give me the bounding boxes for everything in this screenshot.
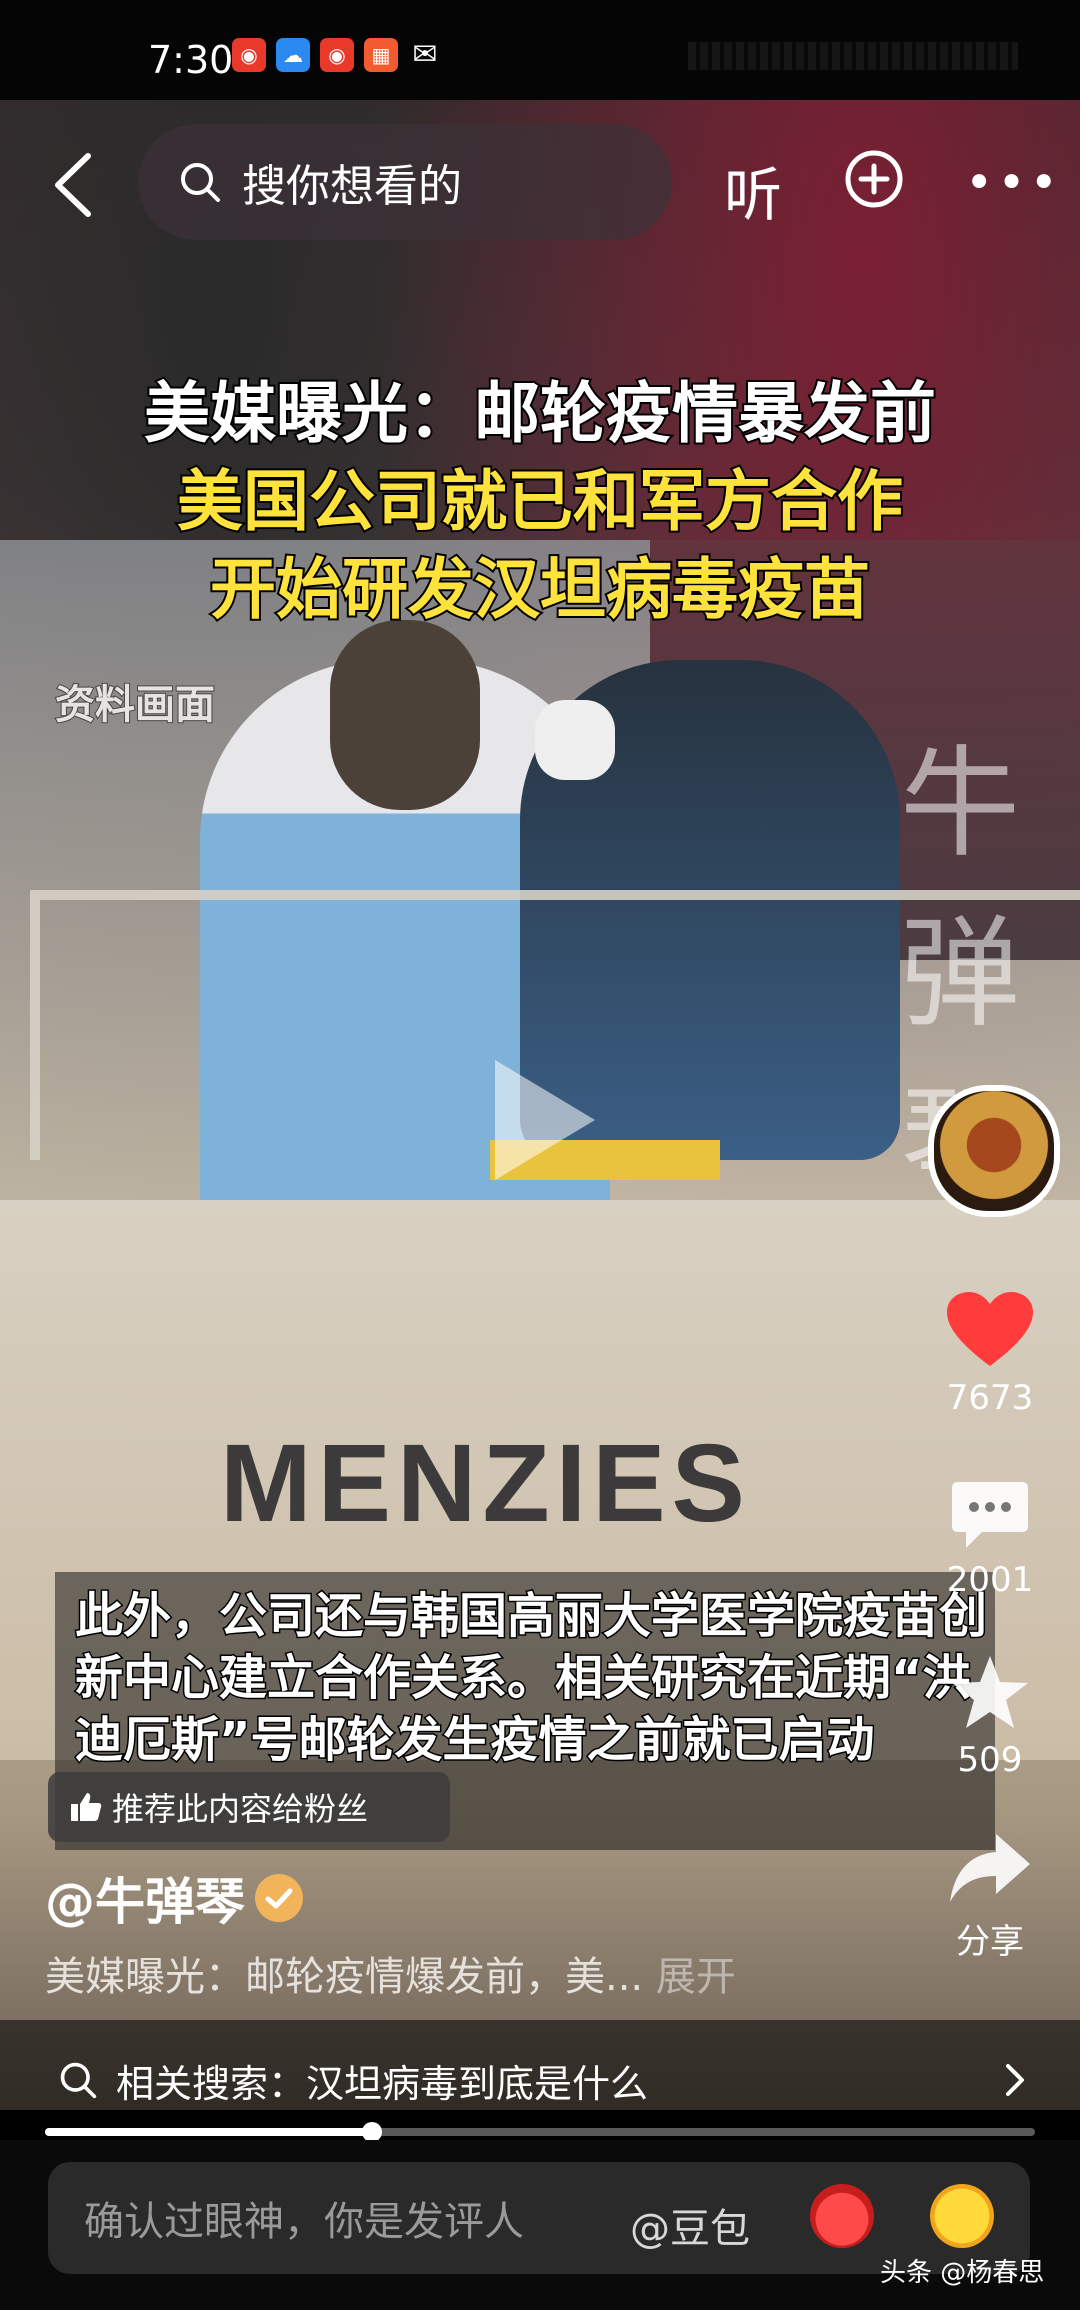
progress-handle[interactable] bbox=[361, 2122, 382, 2142]
mention-button[interactable]: @豆包 bbox=[630, 2196, 750, 2254]
weibo-icon: ◉ bbox=[232, 38, 266, 72]
video-headline: 美媒曝光：邮轮疫情暴发前 美国公司就已和军方合作 开始研发汉坦病毒疫苗 bbox=[0, 370, 1080, 634]
play-icon[interactable] bbox=[495, 1060, 595, 1180]
comment-count: 2001 bbox=[946, 1560, 1034, 1600]
notification-icons: ◉ ☁ ◉ ▦ ✉ bbox=[232, 38, 442, 72]
author-row[interactable]: @牛弹琴 bbox=[45, 1862, 303, 1934]
back-icon[interactable] bbox=[48, 150, 100, 220]
search-input[interactable]: 搜你想看的 bbox=[138, 124, 672, 240]
expand-link[interactable]: 展开 bbox=[656, 1954, 736, 2000]
wechat-icon: ✉ bbox=[408, 38, 442, 72]
headline-line-2: 美国公司就已和军方合作 bbox=[175, 461, 905, 542]
recommend-label: 推荐此内容给粉丝 bbox=[112, 1790, 369, 1828]
like-button[interactable]: 7673 bbox=[920, 1290, 1060, 1418]
thumbs-up-icon bbox=[71, 1793, 102, 1821]
comment-button[interactable]: 2001 bbox=[920, 1478, 1060, 1600]
status-indicators bbox=[688, 42, 1018, 70]
video-description[interactable]: 美媒曝光：邮轮疫情爆发前，美... 展开 bbox=[45, 1944, 736, 2002]
chevron-right-icon bbox=[1006, 2064, 1024, 2096]
video-sign-text: MENZIES bbox=[220, 1422, 751, 1545]
headline-line-1: 美媒曝光：邮轮疫情暴发前 bbox=[142, 373, 938, 454]
favorite-button[interactable]: 509 bbox=[920, 1652, 1060, 1780]
more-options-icon[interactable]: ••• bbox=[965, 159, 1062, 207]
description-text: 美媒曝光：邮轮疫情爆发前，美... bbox=[45, 1954, 644, 2000]
share-button[interactable]: 分享 bbox=[920, 1830, 1060, 1963]
listen-button[interactable]: 听 bbox=[724, 148, 782, 232]
brand-watermark: 头条 @杨春思 bbox=[880, 2258, 1045, 2288]
comment-placeholder: 确认过眼神，你是发评人 bbox=[84, 2199, 524, 2245]
related-search-bar[interactable]: 相关搜索：汉坦病毒到底是什么 bbox=[0, 2020, 1080, 2140]
author-avatar[interactable] bbox=[928, 1085, 1060, 1217]
search-icon bbox=[60, 2062, 97, 2099]
star-icon bbox=[952, 1656, 1028, 1728]
archive-footage-label: 资料画面 bbox=[54, 681, 216, 729]
progress-fill bbox=[45, 2128, 372, 2136]
add-icon[interactable] bbox=[845, 150, 903, 208]
search-placeholder: 搜你想看的 bbox=[242, 161, 462, 212]
related-search-label: 相关搜索：汉坦病毒到底是什么 bbox=[116, 2061, 649, 2106]
author-name[interactable]: @牛弹琴 bbox=[45, 1862, 245, 1934]
search-icon bbox=[181, 163, 220, 202]
like-count: 7673 bbox=[946, 1378, 1034, 1418]
favorite-count: 509 bbox=[957, 1740, 1023, 1780]
heart-icon bbox=[947, 1292, 1033, 1366]
status-time: 7:30 bbox=[148, 38, 234, 82]
comment-icon bbox=[952, 1482, 1028, 1548]
recommend-to-fans-button[interactable]: 推荐此内容给粉丝 bbox=[48, 1772, 450, 1842]
headline-line-3: 开始研发汉坦病毒疫苗 bbox=[208, 549, 872, 630]
share-label: 分享 bbox=[956, 1922, 1024, 1962]
video-progress-bar[interactable] bbox=[45, 2122, 1035, 2142]
verified-icon bbox=[255, 1874, 303, 1922]
grin-emoji-icon[interactable] bbox=[930, 2184, 994, 2248]
share-icon bbox=[950, 1834, 1030, 1902]
weather-icon: ☁ bbox=[276, 38, 310, 72]
weibo-icon-2: ◉ bbox=[320, 38, 354, 72]
angry-emoji-icon[interactable] bbox=[810, 2184, 874, 2248]
app-icon: ▦ bbox=[364, 38, 398, 72]
video-subtitle: 此外，公司还与韩国高丽大学医学院疫苗创新中心建立合作关系。相关研究在近期“洪迪厄… bbox=[74, 1587, 989, 1770]
status-bar: 7:30 ◉ ☁ ◉ ▦ ✉ bbox=[0, 0, 1080, 100]
